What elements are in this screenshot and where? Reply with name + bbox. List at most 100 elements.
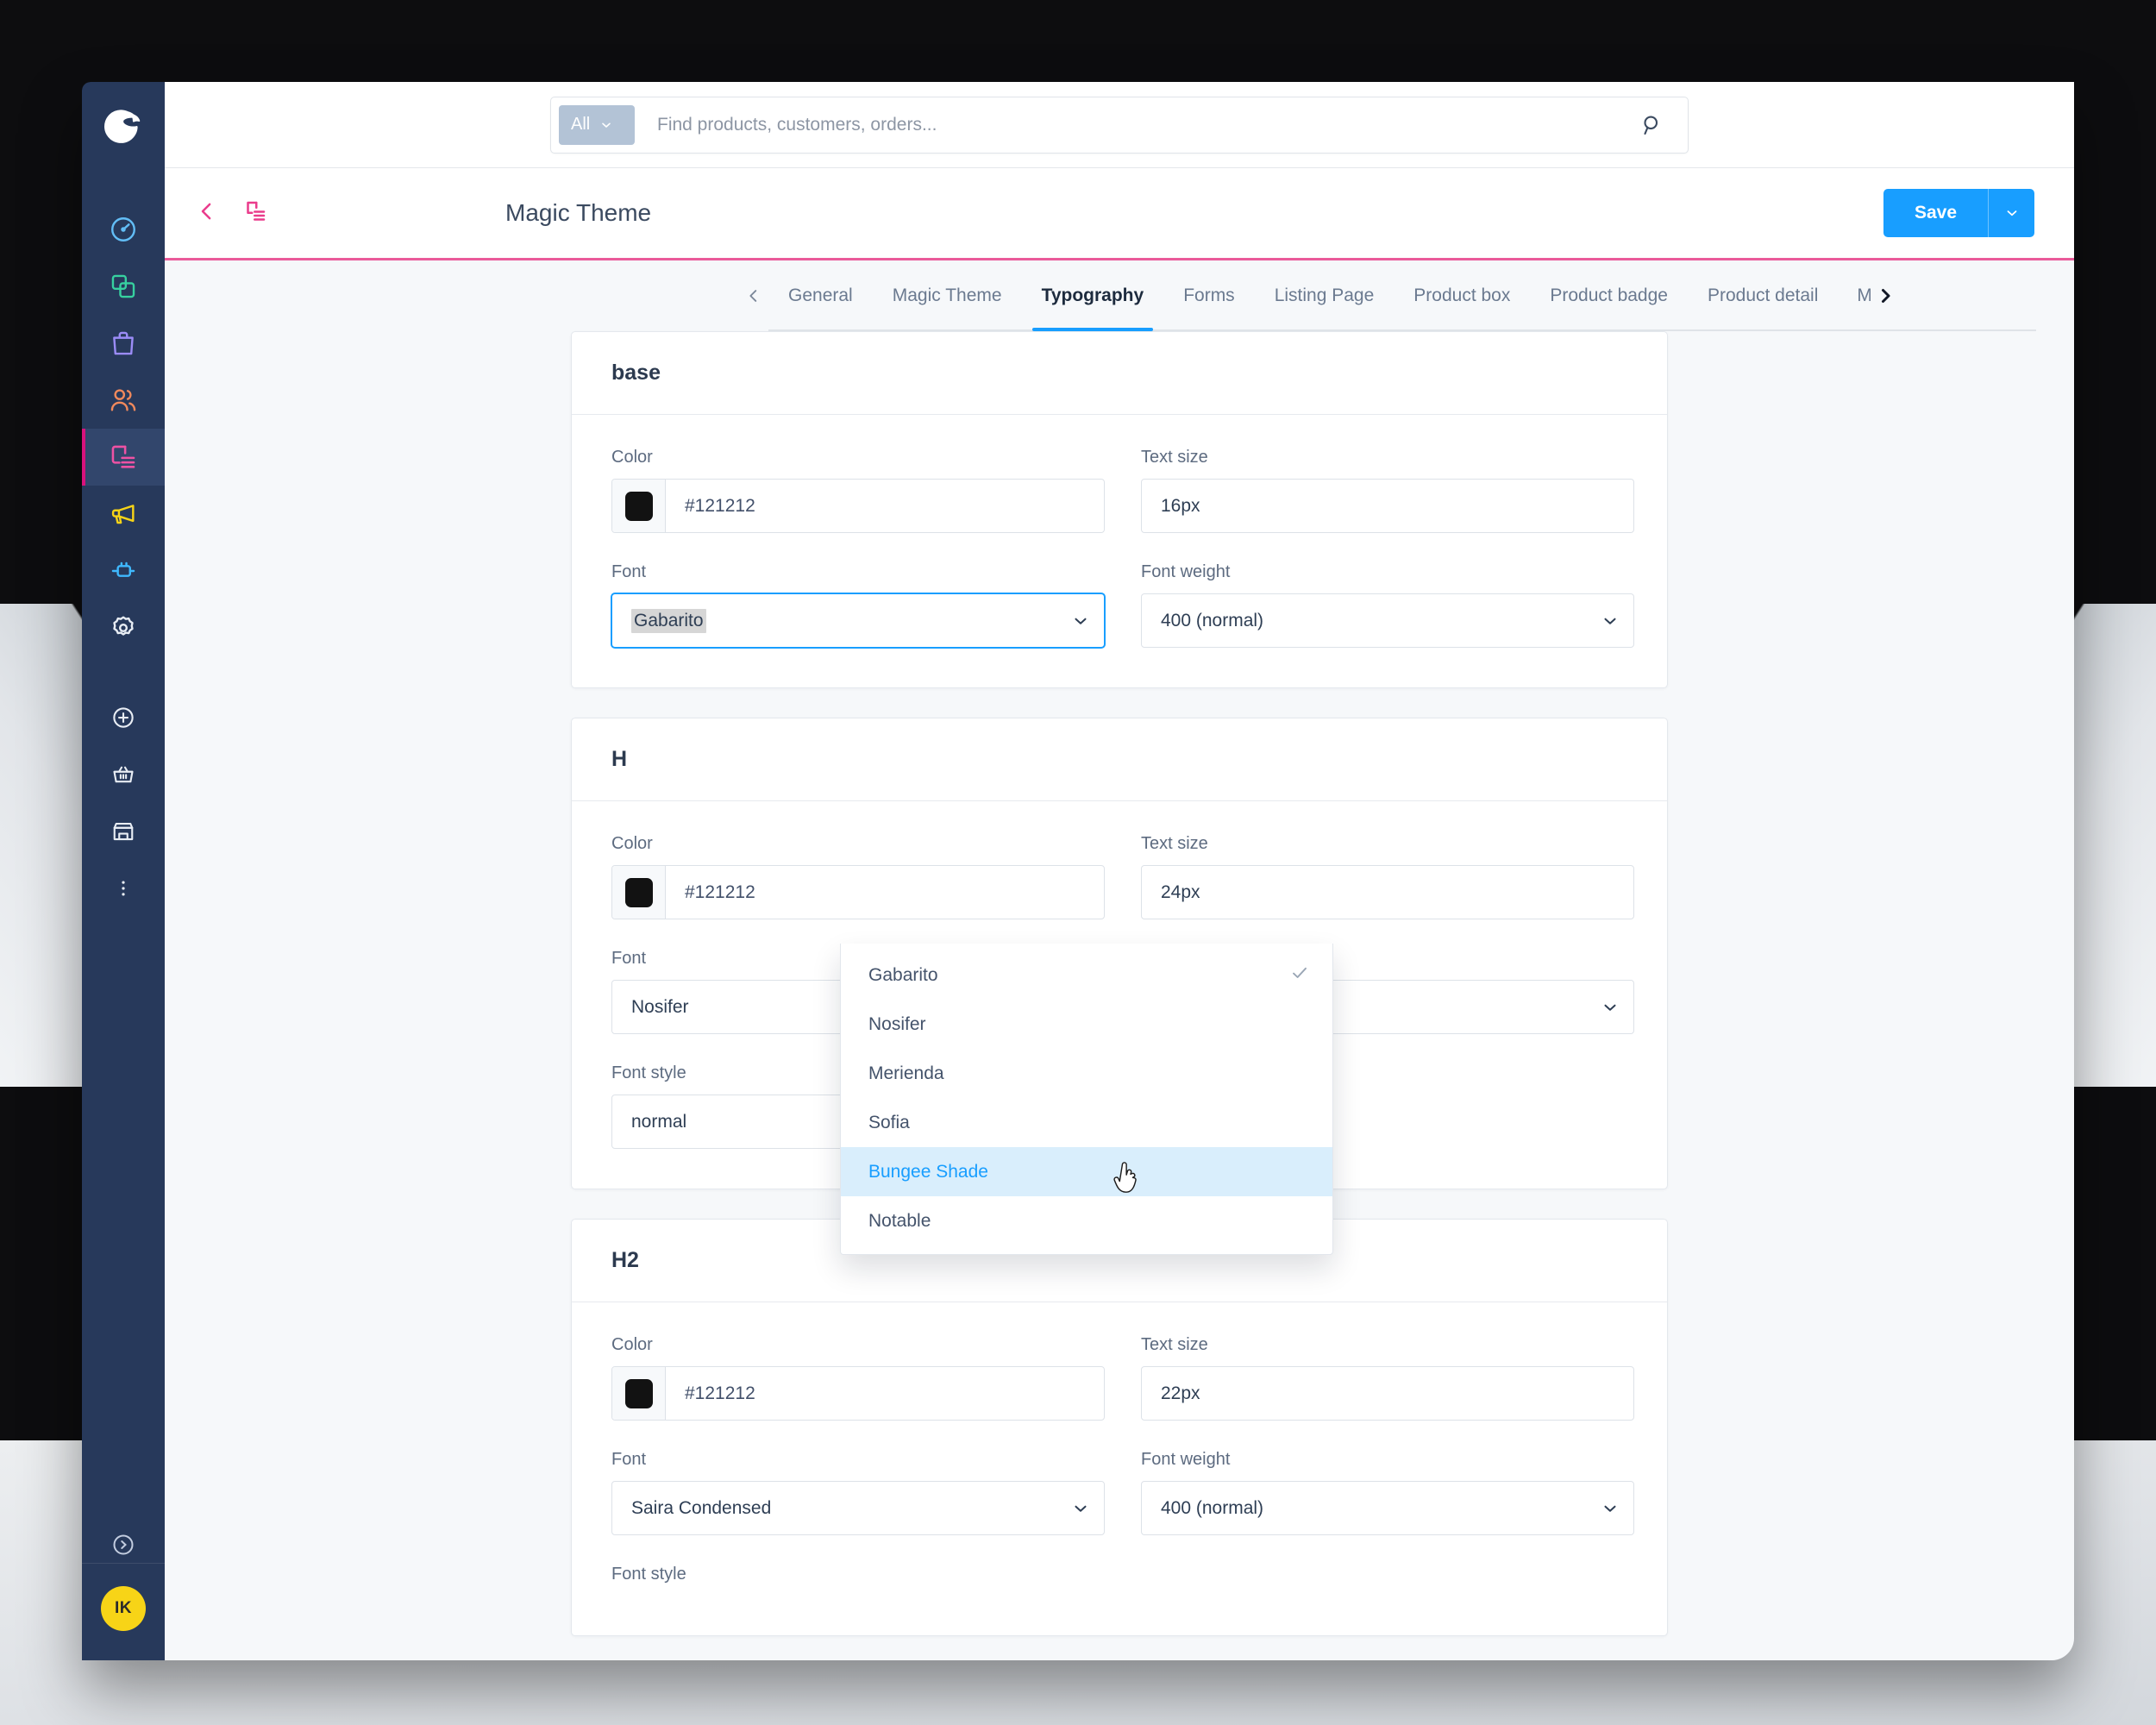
h1-font-style-value: normal (631, 1111, 687, 1132)
h2-text-size-input[interactable]: 22px (1141, 1366, 1634, 1421)
storefront-icon (113, 822, 134, 841)
base-field-font-weight: Font weight 400 (normal) (1141, 562, 1634, 648)
font-option-gabarito[interactable]: Gabarito (841, 950, 1332, 1000)
page-title: Magic Theme (505, 199, 652, 226)
h2-color-swatch-button[interactable] (612, 1367, 666, 1420)
label-font: Font (611, 562, 647, 581)
back-button[interactable] (194, 198, 220, 229)
sidebar-action-storefront[interactable] (82, 803, 165, 860)
font-option-sofia[interactable]: Sofia (841, 1098, 1332, 1147)
sidebar-item-dashboard[interactable] (82, 201, 165, 258)
card-base: base Color #121212 Text size 16px Font G… (571, 331, 1668, 688)
h2-row-font-weight: Font Saira Condensed Font weight 400 (no… (611, 1450, 1634, 1535)
tabbar-scroll-right[interactable] (1871, 260, 1900, 331)
sidebar-action-more[interactable] (82, 860, 165, 917)
sidebar-nav-primary (82, 201, 165, 656)
save-options-button[interactable] (1988, 189, 2034, 237)
label-text-size: Text size (1141, 448, 1208, 467)
h1-color-swatch-button[interactable] (612, 866, 666, 919)
h2-field-color: Color #121212 (611, 1335, 1105, 1421)
tabbar-scroll-left[interactable] (739, 260, 768, 331)
sidebar-collapse-toggle[interactable] (110, 1503, 136, 1586)
h2-color-input[interactable]: #121212 (611, 1366, 1105, 1421)
tab-product-box[interactable]: Product box (1394, 260, 1530, 331)
shopware-logo[interactable] (82, 82, 165, 168)
sidebar-action-basket[interactable] (82, 746, 165, 803)
chevron-down-icon (1075, 1505, 1087, 1512)
sidebar-item-settings[interactable] (82, 599, 165, 656)
tab-product-detail[interactable]: Product detail (1688, 260, 1838, 331)
tab-magic-theme[interactable]: Magic Theme (873, 260, 1022, 331)
avatar[interactable]: IK (101, 1586, 146, 1631)
font-option-notable[interactable]: Notable (841, 1196, 1332, 1245)
sidebar-item-catalogues[interactable] (82, 258, 165, 315)
search-input[interactable]: Find products, customers, orders... (635, 115, 1639, 135)
catalog-squares-icon (111, 274, 135, 298)
card-h2: H2 Color #121212 Text size 22px Font Sai… (571, 1219, 1668, 1636)
font-dropdown-menu[interactable]: Gabarito Nosifer Merienda Sofia Bungee S… (840, 944, 1333, 1255)
tab-listing-page[interactable]: Listing Page (1255, 260, 1395, 331)
h2-font-weight-select[interactable]: 400 (normal) (1141, 1481, 1634, 1535)
search-scope-dropdown[interactable]: All (559, 104, 635, 145)
dashboard-gauge-icon (111, 217, 135, 242)
sidebar-quick-actions (82, 689, 165, 917)
base-font-select[interactable]: Gabarito (611, 593, 1105, 648)
search-submit-button[interactable] (1639, 112, 1679, 138)
font-option-label: Merienda (868, 1063, 944, 1083)
base-color-input[interactable]: #121212 (611, 479, 1105, 533)
h2-field-font: Font Saira Condensed (611, 1450, 1105, 1535)
base-field-font: Font Gabarito (611, 562, 1105, 648)
label-color: Color (611, 834, 653, 853)
sidebar-item-orders[interactable] (82, 315, 165, 372)
h2-font-select[interactable]: Saira Condensed (611, 1481, 1105, 1535)
font-option-label: Bungee Shade (868, 1161, 988, 1182)
theme-list-button[interactable] (242, 198, 268, 229)
desktop-backdrop: IK All Find products, customers, orders.… (0, 0, 2156, 1725)
font-option-label: Gabarito (868, 964, 938, 985)
smart-bar: Magic Theme Save (165, 168, 2074, 260)
search-box[interactable]: All Find products, customers, orders... (550, 96, 1689, 154)
font-option-bungee-shade[interactable]: Bungee Shade (841, 1147, 1332, 1196)
base-color-swatch-button[interactable] (612, 480, 666, 532)
settings-tabbar: General Magic Theme Typography Forms Lis… (165, 260, 2074, 331)
content-scroll-region[interactable]: General Magic Theme Typography Forms Lis… (165, 260, 2074, 1660)
shopware-logo-icon (104, 110, 141, 143)
tab-product-badge[interactable]: Product badge (1530, 260, 1688, 331)
h2-font-weight-value: 400 (normal) (1161, 1497, 1264, 1518)
sidebar-item-content[interactable] (82, 429, 165, 486)
megaphone-icon (111, 505, 135, 524)
font-option-label: Nosifer (868, 1013, 926, 1034)
sidebar-item-customers[interactable] (82, 372, 165, 429)
save-button[interactable]: Save (1883, 189, 1988, 237)
tab-general[interactable]: General (768, 260, 873, 331)
plug-icon (111, 561, 135, 577)
chevron-down-icon (1604, 1505, 1616, 1512)
base-field-color: Color #121212 (611, 448, 1105, 533)
kebab-menu-icon (122, 881, 125, 896)
sidebar-item-extensions[interactable] (82, 543, 165, 599)
label-font-style: Font style (611, 1565, 686, 1584)
chevron-left-icon (201, 203, 211, 219)
base-font-weight-select[interactable]: 400 (normal) (1141, 593, 1634, 648)
tab-typography[interactable]: Typography (1022, 260, 1164, 331)
base-font-value: Gabarito (631, 608, 706, 633)
base-field-text-size: Text size 16px (1141, 448, 1634, 533)
card-title-h1: H (572, 718, 1667, 801)
tab-more-clipped[interactable]: M (1838, 260, 1871, 331)
base-font-weight-value: 400 (normal) (1161, 610, 1264, 630)
base-text-size-input[interactable]: 16px (1141, 479, 1634, 533)
h1-color-input[interactable]: #121212 (611, 865, 1105, 919)
sidebar-footer: IK (82, 1503, 165, 1660)
smart-bar-actions (194, 198, 268, 229)
base-row-color-size: Color #121212 Text size 16px (611, 448, 1634, 533)
sidebar-item-marketing[interactable] (82, 486, 165, 543)
font-option-merienda[interactable]: Merienda (841, 1049, 1332, 1098)
content-list-icon (111, 445, 135, 468)
h1-color-value: #121212 (685, 881, 755, 902)
tab-forms[interactable]: Forms (1163, 260, 1255, 331)
sidebar-action-add[interactable] (82, 689, 165, 746)
h1-field-color: Color #121212 (611, 834, 1105, 919)
h1-text-size-input[interactable]: 24px (1141, 865, 1634, 919)
color-swatch-icon (624, 877, 653, 907)
font-option-nosifer[interactable]: Nosifer (841, 1000, 1332, 1049)
